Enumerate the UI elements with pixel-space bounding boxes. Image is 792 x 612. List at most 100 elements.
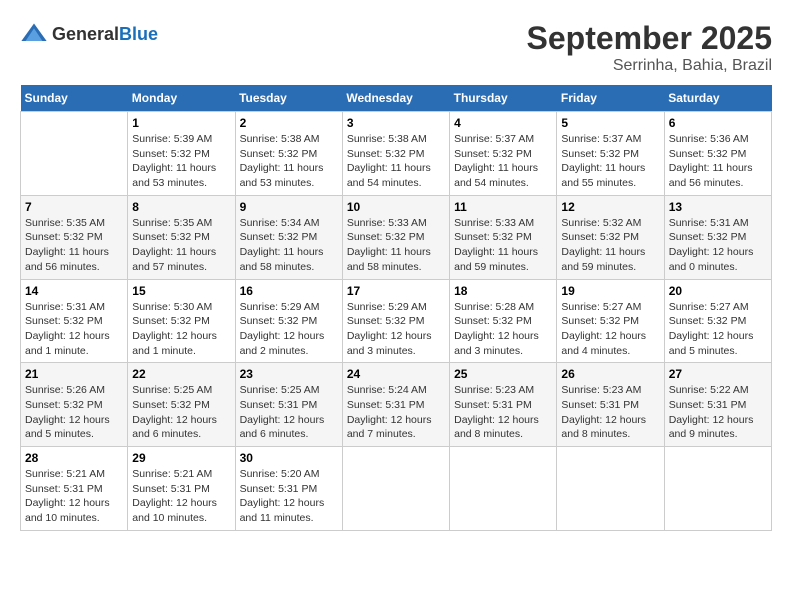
day-number: 23	[240, 367, 338, 381]
day-info: Sunrise: 5:33 AM Sunset: 5:32 PM Dayligh…	[454, 216, 552, 275]
calendar-day-cell	[664, 447, 771, 531]
calendar-day-cell: 11 Sunrise: 5:33 AM Sunset: 5:32 PM Dayli…	[450, 195, 557, 279]
calendar-day-cell	[557, 447, 664, 531]
calendar-day-cell	[21, 112, 128, 196]
day-number: 20	[669, 284, 767, 298]
day-info: Sunrise: 5:39 AM Sunset: 5:32 PM Dayligh…	[132, 132, 230, 191]
day-info: Sunrise: 5:25 AM Sunset: 5:31 PM Dayligh…	[240, 383, 338, 442]
day-number: 5	[561, 116, 659, 130]
calendar-day-cell: 13Sunrise: 5:31 AM Sunset: 5:32 PM Dayli…	[664, 195, 771, 279]
calendar-day-cell: 5 Sunrise: 5:37 AM Sunset: 5:32 PM Daylig…	[557, 112, 664, 196]
day-number: 24	[347, 367, 445, 381]
day-info: Sunrise: 5:38 AM Sunset: 5:32 PM Dayligh…	[240, 132, 338, 191]
calendar-body: 1 Sunrise: 5:39 AM Sunset: 5:32 PM Daylig…	[21, 112, 772, 531]
weekday-header-tuesday: Tuesday	[235, 85, 342, 112]
calendar-week-row: 1 Sunrise: 5:39 AM Sunset: 5:32 PM Daylig…	[21, 112, 772, 196]
calendar-day-cell: 1 Sunrise: 5:39 AM Sunset: 5:32 PM Daylig…	[128, 112, 235, 196]
calendar-day-cell	[450, 447, 557, 531]
day-number: 11	[454, 200, 552, 214]
calendar-week-row: 7Sunrise: 5:35 AM Sunset: 5:32 PM Daylig…	[21, 195, 772, 279]
day-number: 28	[25, 451, 123, 465]
day-info: Sunrise: 5:38 AM Sunset: 5:32 PM Dayligh…	[347, 132, 445, 191]
calendar-day-cell: 23 Sunrise: 5:25 AM Sunset: 5:31 PM Dayli…	[235, 363, 342, 447]
day-number: 27	[669, 367, 767, 381]
month-title: September 2025	[527, 20, 772, 57]
day-number: 16	[240, 284, 338, 298]
calendar-day-cell: 16 Sunrise: 5:29 AM Sunset: 5:32 PM Dayli…	[235, 279, 342, 363]
calendar-day-cell: 25Sunrise: 5:23 AM Sunset: 5:31 PM Dayli…	[450, 363, 557, 447]
calendar-day-cell: 24 Sunrise: 5:24 AM Sunset: 5:31 PM Dayli…	[342, 363, 449, 447]
day-info: Sunrise: 5:28 AM Sunset: 5:32 PM Dayligh…	[454, 300, 552, 359]
calendar-day-cell: 20Sunrise: 5:27 AM Sunset: 5:32 PM Dayli…	[664, 279, 771, 363]
calendar-day-cell: 22 Sunrise: 5:25 AM Sunset: 5:32 PM Dayli…	[128, 363, 235, 447]
day-number: 21	[25, 367, 123, 381]
calendar-day-cell: 17 Sunrise: 5:29 AM Sunset: 5:32 PM Dayli…	[342, 279, 449, 363]
day-info: Sunrise: 5:35 AM Sunset: 5:32 PM Dayligh…	[132, 216, 230, 275]
day-info: Sunrise: 5:37 AM Sunset: 5:32 PM Dayligh…	[454, 132, 552, 191]
title-area: September 2025 Serrinha, Bahia, Brazil	[527, 20, 772, 75]
calendar-day-cell: 27 Sunrise: 5:22 AM Sunset: 5:31 PM Dayli…	[664, 363, 771, 447]
day-number: 26	[561, 367, 659, 381]
weekday-header-saturday: Saturday	[664, 85, 771, 112]
day-info: Sunrise: 5:35 AM Sunset: 5:32 PM Dayligh…	[25, 216, 123, 275]
day-info: Sunrise: 5:23 AM Sunset: 5:31 PM Dayligh…	[454, 383, 552, 442]
day-info: Sunrise: 5:21 AM Sunset: 5:31 PM Dayligh…	[132, 467, 230, 526]
day-info: Sunrise: 5:31 AM Sunset: 5:32 PM Dayligh…	[669, 216, 767, 275]
day-number: 8	[132, 200, 230, 214]
day-info: Sunrise: 5:27 AM Sunset: 5:32 PM Dayligh…	[561, 300, 659, 359]
day-info: Sunrise: 5:25 AM Sunset: 5:32 PM Dayligh…	[132, 383, 230, 442]
day-number: 12	[561, 200, 659, 214]
calendar-day-cell: 29 Sunrise: 5:21 AM Sunset: 5:31 PM Dayli…	[128, 447, 235, 531]
day-number: 4	[454, 116, 552, 130]
calendar-day-cell: 6Sunrise: 5:36 AM Sunset: 5:32 PM Daylig…	[664, 112, 771, 196]
day-info: Sunrise: 5:23 AM Sunset: 5:31 PM Dayligh…	[561, 383, 659, 442]
calendar-week-row: 21 Sunrise: 5:26 AM Sunset: 5:32 PM Dayli…	[21, 363, 772, 447]
day-info: Sunrise: 5:37 AM Sunset: 5:32 PM Dayligh…	[561, 132, 659, 191]
day-info: Sunrise: 5:34 AM Sunset: 5:32 PM Dayligh…	[240, 216, 338, 275]
day-number: 22	[132, 367, 230, 381]
calendar-week-row: 14 Sunrise: 5:31 AM Sunset: 5:32 PM Dayli…	[21, 279, 772, 363]
calendar-day-cell: 14 Sunrise: 5:31 AM Sunset: 5:32 PM Dayli…	[21, 279, 128, 363]
day-info: Sunrise: 5:32 AM Sunset: 5:32 PM Dayligh…	[561, 216, 659, 275]
day-info: Sunrise: 5:29 AM Sunset: 5:32 PM Dayligh…	[240, 300, 338, 359]
calendar-table: SundayMondayTuesdayWednesdayThursdayFrid…	[20, 85, 772, 531]
weekday-header-wednesday: Wednesday	[342, 85, 449, 112]
calendar-day-cell	[342, 447, 449, 531]
header: GeneralBlue September 2025 Serrinha, Bah…	[20, 20, 772, 75]
weekday-header-thursday: Thursday	[450, 85, 557, 112]
day-number: 2	[240, 116, 338, 130]
day-number: 1	[132, 116, 230, 130]
day-info: Sunrise: 5:36 AM Sunset: 5:32 PM Dayligh…	[669, 132, 767, 191]
calendar-day-cell: 9 Sunrise: 5:34 AM Sunset: 5:32 PM Daylig…	[235, 195, 342, 279]
calendar-day-cell: 2 Sunrise: 5:38 AM Sunset: 5:32 PM Daylig…	[235, 112, 342, 196]
calendar-day-cell: 8 Sunrise: 5:35 AM Sunset: 5:32 PM Daylig…	[128, 195, 235, 279]
calendar-day-cell: 4 Sunrise: 5:37 AM Sunset: 5:32 PM Daylig…	[450, 112, 557, 196]
day-number: 14	[25, 284, 123, 298]
calendar-day-cell: 19 Sunrise: 5:27 AM Sunset: 5:32 PM Dayli…	[557, 279, 664, 363]
day-info: Sunrise: 5:29 AM Sunset: 5:32 PM Dayligh…	[347, 300, 445, 359]
day-number: 19	[561, 284, 659, 298]
calendar-day-cell: 12 Sunrise: 5:32 AM Sunset: 5:32 PM Dayli…	[557, 195, 664, 279]
calendar-day-cell: 18 Sunrise: 5:28 AM Sunset: 5:32 PM Dayli…	[450, 279, 557, 363]
day-number: 30	[240, 451, 338, 465]
day-number: 9	[240, 200, 338, 214]
day-info: Sunrise: 5:22 AM Sunset: 5:31 PM Dayligh…	[669, 383, 767, 442]
logo-text-blue: Blue	[119, 24, 158, 44]
weekday-header-monday: Monday	[128, 85, 235, 112]
logo: GeneralBlue	[20, 20, 158, 48]
calendar-day-cell: 26 Sunrise: 5:23 AM Sunset: 5:31 PM Dayli…	[557, 363, 664, 447]
logo-text-general: General	[52, 24, 119, 44]
day-number: 29	[132, 451, 230, 465]
day-number: 17	[347, 284, 445, 298]
calendar-day-cell: 21 Sunrise: 5:26 AM Sunset: 5:32 PM Dayli…	[21, 363, 128, 447]
day-info: Sunrise: 5:26 AM Sunset: 5:32 PM Dayligh…	[25, 383, 123, 442]
day-info: Sunrise: 5:24 AM Sunset: 5:31 PM Dayligh…	[347, 383, 445, 442]
calendar-day-cell: 3Sunrise: 5:38 AM Sunset: 5:32 PM Daylig…	[342, 112, 449, 196]
calendar-week-row: 28 Sunrise: 5:21 AM Sunset: 5:31 PM Dayli…	[21, 447, 772, 531]
logo-icon	[20, 20, 48, 48]
day-info: Sunrise: 5:31 AM Sunset: 5:32 PM Dayligh…	[25, 300, 123, 359]
day-info: Sunrise: 5:33 AM Sunset: 5:32 PM Dayligh…	[347, 216, 445, 275]
day-number: 18	[454, 284, 552, 298]
weekday-header-row: SundayMondayTuesdayWednesdayThursdayFrid…	[21, 85, 772, 112]
weekday-header-friday: Friday	[557, 85, 664, 112]
